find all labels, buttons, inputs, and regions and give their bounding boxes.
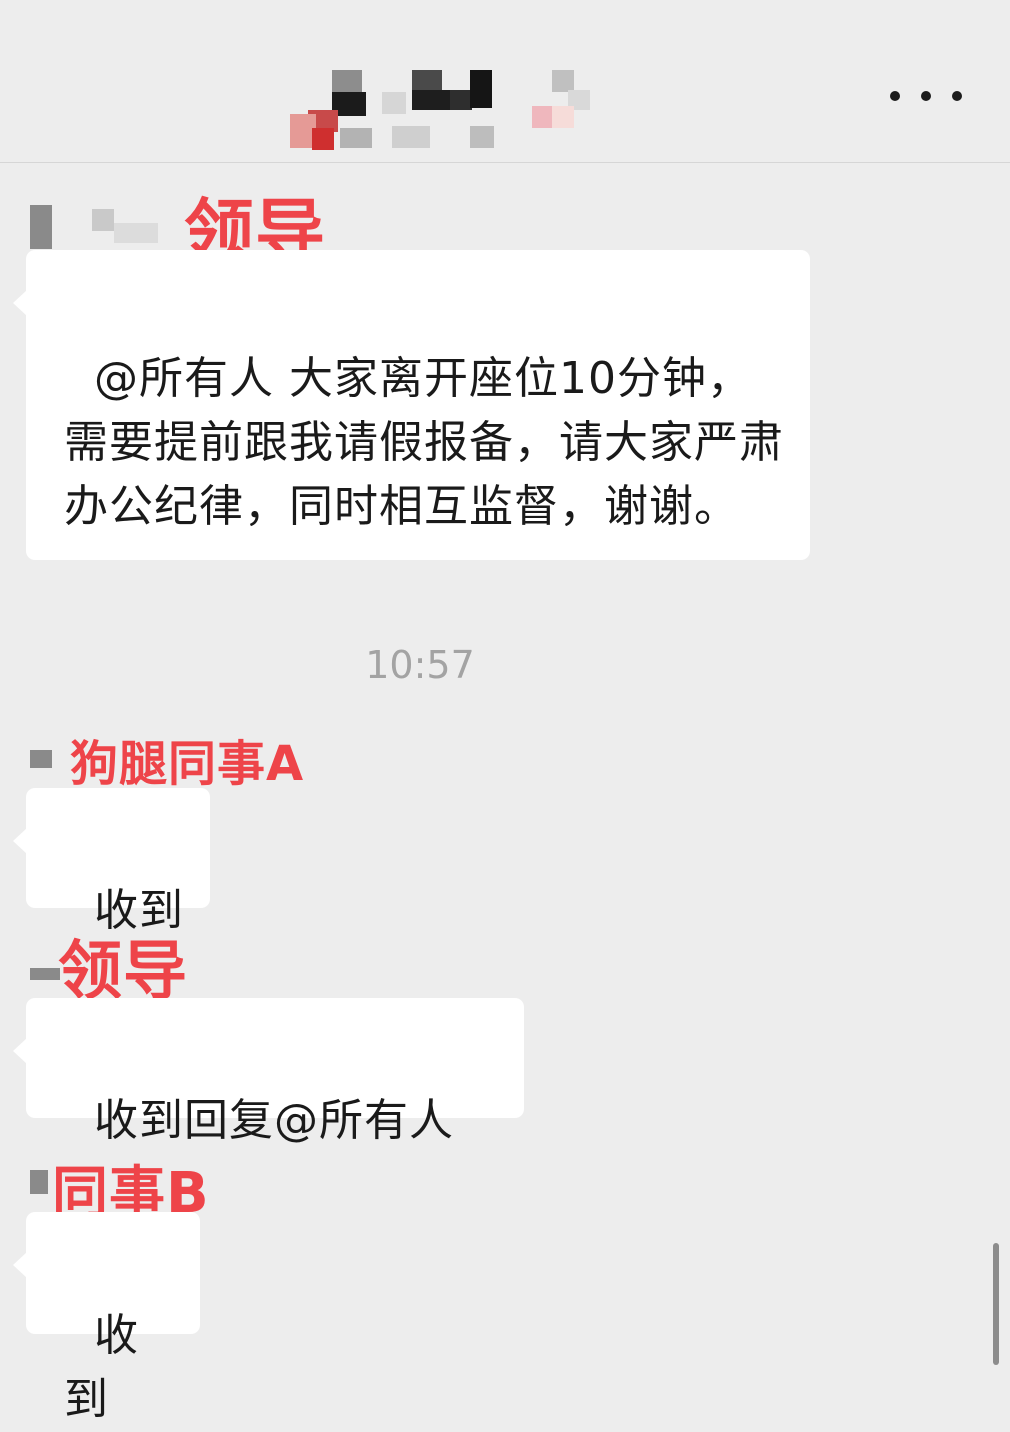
message-bubble[interactable]: 收到: [13, 788, 210, 936]
chat-header: [0, 0, 1010, 163]
chat-title-redacted: [270, 66, 600, 152]
sender-name-redacted: [30, 205, 160, 249]
sender-annotation: 狗腿同事A: [70, 736, 305, 792]
message-text: 收到: [64, 1310, 139, 1425]
scrollbar[interactable]: [993, 1243, 999, 1365]
more-dots-icon[interactable]: [890, 82, 962, 110]
message-bubble[interactable]: 收到: [13, 1212, 200, 1425]
message-text: 收到: [93, 885, 184, 936]
timestamp: 10:57: [365, 643, 475, 687]
sender-name-redacted: [30, 750, 56, 776]
message-bubble[interactable]: 收到回复@所有人: [13, 998, 524, 1146]
message-text: 收到回复@所有人: [93, 1095, 454, 1146]
message-text: @所有人 大家离开座位10分钟，需要提前跟我请假报备，请大家严肃办公纪律，同时相…: [64, 353, 784, 532]
message-bubble[interactable]: @所有人 大家离开座位10分钟，需要提前跟我请假报备，请大家严肃办公纪律，同时相…: [13, 250, 810, 560]
sender-name-redacted: [30, 1170, 54, 1194]
